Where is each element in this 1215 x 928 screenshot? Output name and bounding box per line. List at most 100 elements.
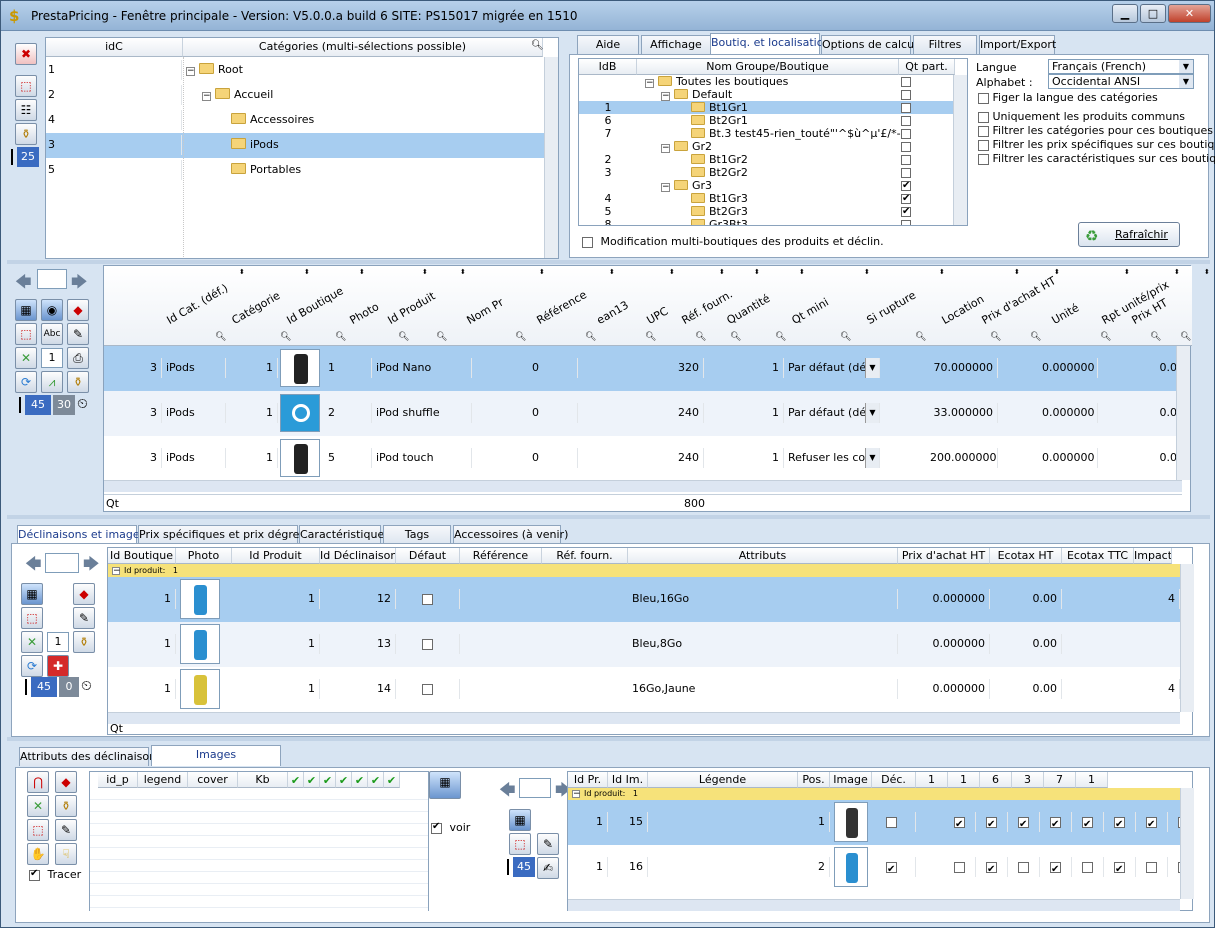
tab-accessoires[interactable]: Accessoires (à venir) [453,525,568,544]
checkbox-box[interactable] [1146,815,1157,832]
shop-row[interactable]: 8 Gr3Bt3 [579,218,955,225]
attribute-checkbox[interactable] [1168,857,1180,877]
checkbox-box[interactable] [901,155,911,165]
attr-col-header[interactable]: cover [188,772,238,788]
checkbox-box[interactable] [954,861,965,873]
combo-col-header[interactable]: Impact [1134,548,1172,564]
excel-icon[interactable]: ✕ [15,347,37,369]
search-icon[interactable]: 🔍︎ [585,332,596,342]
image-icon[interactable]: ▦ [15,299,37,321]
sort-arrows-icon[interactable]: ⬍ [422,268,428,276]
collapse-icon[interactable]: − [661,183,670,192]
attr-col-header[interactable]: legend [138,772,188,788]
tab-import-export[interactable]: Import/Export [979,35,1056,54]
combos-vscroll[interactable] [1180,564,1194,712]
chart-icon[interactable]: ⩘ [41,371,63,393]
col-shop-name-header[interactable]: Nom Groupe/Boutique [637,59,899,75]
product-col-header[interactable]: ean13 [595,298,631,327]
search-icon[interactable]: 🔍︎ [840,332,851,342]
combo-col-header[interactable]: Id Boutique [108,548,176,564]
check-icon[interactable]: ✔ [304,772,320,788]
tab-filtres[interactable]: Filtres [913,35,977,54]
categories-vscroll[interactable] [544,57,558,258]
splitter[interactable] [7,260,1210,264]
combo-col-header[interactable]: Ecotax HT [990,548,1062,564]
add-icon[interactable]: ✚ [47,655,69,677]
search-icon[interactable]: 🔍︎ [215,332,226,342]
attribute-checkbox[interactable] [1136,857,1168,877]
tracer-checkbox[interactable]: Tracer [29,868,81,881]
qt-part-checkbox[interactable] [901,140,911,153]
combo-col-header[interactable]: Réf. fourn. [542,548,628,564]
default-checkbox[interactable] [396,634,460,654]
checkbox-box[interactable] [901,179,911,192]
sort-arrows-icon[interactable]: ⬍ [669,268,675,276]
out-of-stock-select[interactable]: Par défaut (défini ▼ [786,358,880,378]
checkbox-box[interactable] [422,638,433,650]
select-area-icon[interactable]: ⬚ [21,607,43,629]
langue-select[interactable]: Français (French) ▼ [1048,59,1194,74]
product-col-header[interactable]: Unité [1050,301,1082,327]
declinaison-checkbox[interactable] [886,857,916,877]
checkbox-box[interactable] [1146,861,1157,873]
product-col-header[interactable]: Photo [348,300,382,327]
timer-icon[interactable]: ⏲ [81,678,92,694]
check-icon[interactable]: ✔ [336,772,352,788]
hand-icon[interactable]: ✋ [27,843,49,865]
sort-arrows-icon[interactable]: ⬍ [1014,268,1020,276]
qt-part-checkbox[interactable] [901,88,911,101]
col-qt-part-header[interactable]: Qt part. [899,59,955,75]
select-area-icon[interactable]: ⬚ [15,323,37,345]
shop-row[interactable]: 6 Bt2Gr1 [579,114,955,127]
eraser-icon[interactable]: ✎ [537,833,559,855]
refresh-icon[interactable]: ⟳ [15,371,37,393]
image-col-header[interactable]: 7 [1044,772,1076,788]
eraser-icon[interactable]: ✎ [67,323,89,345]
images-hscroll[interactable] [568,899,1180,911]
sort-arrows-icon[interactable]: ⬍ [304,268,310,276]
sort-arrows-icon[interactable]: ⬍ [1054,268,1060,276]
search-icon[interactable]: 🔍︎ [436,332,447,342]
check-icon[interactable]: ✔ [352,772,368,788]
sort-arrows-icon[interactable]: ⬍ [609,268,615,276]
image-col-header[interactable]: 1 [916,772,948,788]
search-icon[interactable]: 🔍︎ [915,332,926,342]
product-col-header[interactable]: Prix d'achat HT [980,274,1059,327]
images-nav-input[interactable] [519,778,551,798]
category-row[interactable]: 1 − Root [46,58,558,83]
search-icon[interactable]: 🔍︎ [398,332,409,342]
splitter[interactable] [7,515,1210,519]
multi-shop-checkbox[interactable]: Modification multi-boutiques des produit… [582,235,884,248]
qt-part-checkbox[interactable] [901,101,911,114]
attribute-checkbox[interactable] [976,857,1008,877]
image-col-header[interactable]: Déc. [872,772,916,788]
shop-row[interactable]: − Gr2 [579,140,955,153]
close-button[interactable]: ✕ [1168,4,1211,23]
products-vscroll[interactable] [1176,346,1190,480]
tab-caracteristiques[interactable]: Caractéristiques [299,525,390,544]
splitter[interactable] [7,737,1210,741]
checkbox-box[interactable] [986,860,997,877]
select-area-icon[interactable]: ⬚ [509,833,531,855]
product-col-header[interactable]: Référence [535,288,589,327]
attribute-checkbox[interactable] [1008,812,1040,832]
attribute-checkbox[interactable] [1168,812,1180,832]
attribute-checkbox[interactable] [944,857,976,877]
combos-hscroll[interactable] [108,712,1180,724]
tab-boutiques[interactable]: Boutiq. et localisation [710,33,830,54]
image-col-header[interactable]: 3 [1012,772,1044,788]
rename-icon[interactable]: Abc [41,323,63,345]
attribute-checkbox[interactable] [944,812,976,832]
checkbox-box[interactable] [1018,861,1029,873]
sort-arrows-icon[interactable]: ⬍ [1204,268,1210,276]
products-stepper[interactable]: 1 [41,348,63,368]
checkbox-box[interactable] [1050,815,1061,832]
image-icon[interactable]: ▦ [509,809,531,831]
shop-row[interactable]: 5 Bt2Gr3 [579,205,955,218]
attribute-checkbox[interactable] [1072,812,1104,832]
sort-arrows-icon[interactable]: ⬍ [864,268,870,276]
shop-row[interactable]: 1 Bt1Gr1 [579,101,955,114]
combo-row[interactable]: 1 1 12 Bleu,16Go 0.000000 0.00 4 [108,577,1180,622]
delete-icon[interactable]: ✖ [15,43,37,65]
category-row[interactable]: 5 Portables [46,158,558,183]
